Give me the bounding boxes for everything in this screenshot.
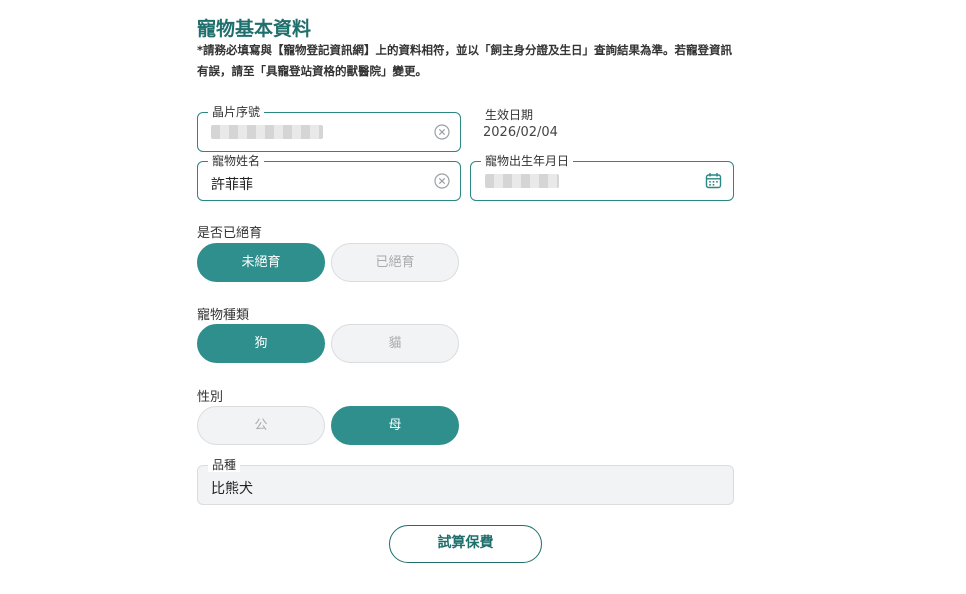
neutered-option-no[interactable]: 未絕育 [197, 243, 325, 282]
breed-field: 品種 比熊犬 [197, 458, 734, 505]
calculate-premium-button[interactable]: 試算保費 [389, 525, 542, 563]
pet-type-question: 寵物種類 [197, 308, 250, 323]
clear-circle-icon[interactable] [434, 124, 450, 140]
pet-birthdate-label: 寵物出生年月日 [481, 154, 574, 168]
pet-birthdate-field[interactable]: 寵物出生年月日 [470, 154, 734, 201]
neutered-option-yes[interactable]: 已絕育 [331, 243, 459, 282]
effective-date-label: 生效日期 [485, 108, 534, 122]
pet-name-field[interactable]: 寵物姓名 許菲菲 [197, 154, 461, 201]
section-title: 寵物基本資料 [197, 18, 312, 40]
breed-value: 比熊犬 [211, 481, 253, 497]
notice-text-line2: 有誤，請至「具寵登站資格的獸醫院」變更。 [197, 64, 427, 78]
pet-type-option-cat[interactable]: 貓 [331, 324, 459, 363]
chip-number-field[interactable]: 晶片序號 [197, 105, 461, 152]
neutered-question: 是否已絕育 [197, 226, 263, 241]
breed-label: 品種 [208, 458, 241, 472]
pet-birthdate-value-redacted [485, 174, 559, 188]
pet-name-label: 寵物姓名 [208, 154, 265, 168]
gender-question: 性別 [197, 390, 224, 405]
calendar-icon[interactable] [705, 172, 722, 189]
pet-name-value[interactable]: 許菲菲 [211, 174, 253, 194]
pet-type-option-dog[interactable]: 狗 [197, 324, 325, 363]
gender-option-female[interactable]: 母 [331, 406, 459, 445]
gender-option-male[interactable]: 公 [197, 406, 325, 445]
clear-circle-icon[interactable] [434, 173, 450, 189]
effective-date-value: 2026/02/04 [483, 125, 558, 140]
chip-number-label: 晶片序號 [208, 105, 265, 119]
notice-text-line1: *請務必填寫與【寵物登記資訊網】上的資料相符，並以「飼主身分證及生日」查詢結果為… [197, 43, 733, 57]
chip-number-value-redacted [211, 125, 323, 139]
